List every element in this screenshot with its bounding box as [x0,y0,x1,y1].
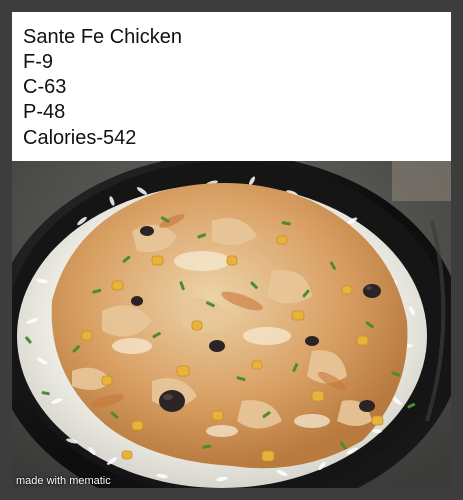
fat-value: F-9 [23,51,53,73]
watermark-text: made with mematic [16,475,111,487]
bowl-illustration [12,161,451,488]
caption-panel: Sante Fe Chicken F-9 C-63 P-48 Calories-… [12,12,451,161]
carbs-value: C-63 [23,76,67,98]
meme-frame: Sante Fe Chicken F-9 C-63 P-48 Calories-… [0,0,463,500]
food-photo [12,161,451,488]
recipe-title: Sante Fe Chicken [23,26,182,48]
calories-value: Calories-542 [23,127,137,149]
protein-value: P-48 [23,101,66,123]
